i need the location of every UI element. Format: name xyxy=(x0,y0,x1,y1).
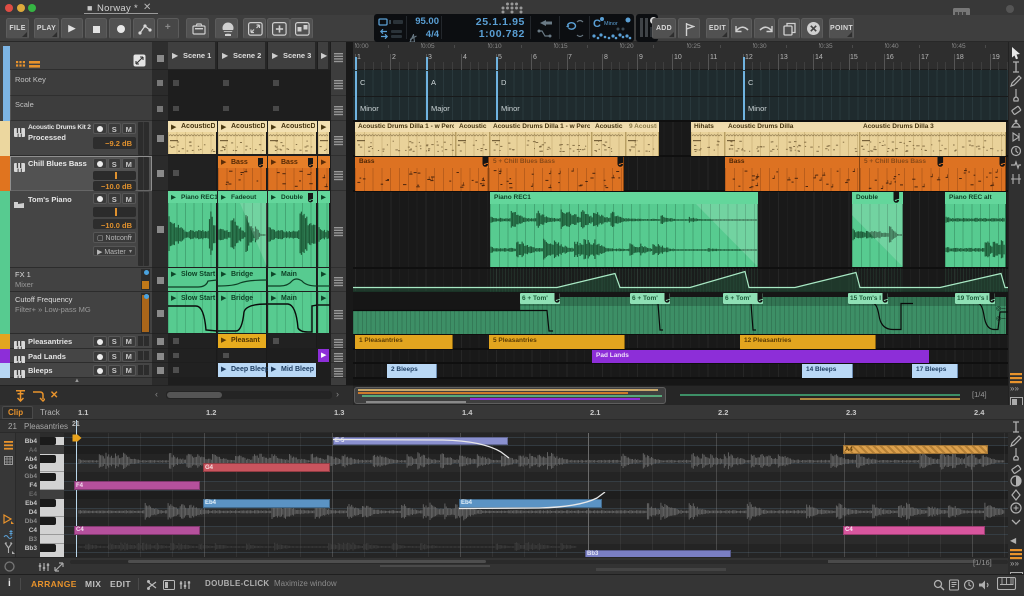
svg-text:Minor: Minor xyxy=(604,21,618,27)
svg-text:C: C xyxy=(593,18,601,30)
